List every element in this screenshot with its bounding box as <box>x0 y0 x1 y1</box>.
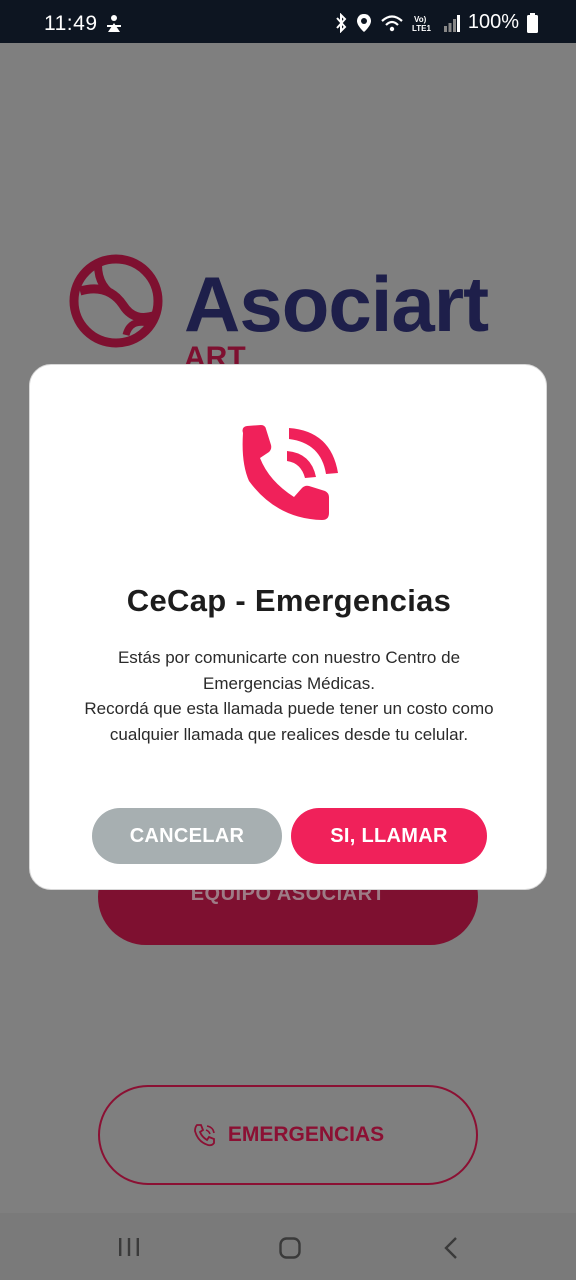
home-icon[interactable] <box>279 1237 301 1259</box>
dialog-message-line: Estás por comunicarte con nuestro Centro… <box>117 648 461 667</box>
battery-icon <box>527 12 538 33</box>
status-time: 11:49 <box>44 12 98 35</box>
logo-text: Asociart <box>184 260 489 348</box>
emergency-call-dialog: CeCap - Emergencias Estás por comunicart… <box>29 364 547 890</box>
asociart-logo: Asociart ART <box>68 253 518 374</box>
battery-percent: 100% <box>467 11 519 33</box>
call-button[interactable]: SI, LLAMAR <box>291 808 487 864</box>
bluetooth-icon <box>336 12 347 33</box>
phone-calling-icon <box>193 1124 215 1147</box>
wifi-icon <box>381 14 403 31</box>
svg-text:LTE1: LTE1 <box>412 24 432 33</box>
dialog-title: CeCap - Emergencias <box>126 583 452 618</box>
accessibility-icon <box>107 15 121 32</box>
volte-icon: Vo) LTE1 <box>412 15 432 33</box>
status-bar: 11:49 Vo) LTE1 100% <box>0 0 576 43</box>
location-icon <box>356 13 371 32</box>
back-icon[interactable] <box>443 1236 459 1260</box>
cancel-button[interactable]: CANCELAR <box>92 808 282 864</box>
emergency-button-label: EMERGENCIAS <box>227 1123 385 1146</box>
navigation-bar <box>0 1213 576 1280</box>
phone-calling-icon <box>242 425 338 520</box>
dialog-message: Estás por comunicarte con nuestro Centro… <box>50 645 528 747</box>
dialog-message-line: Recordá que esta llamada puede tener un … <box>84 699 494 718</box>
dialog-message-line: cualquier llamada que realices desde tu … <box>109 724 469 744</box>
status-icons: Vo) LTE1 100% <box>334 11 538 34</box>
signal-icon <box>443 14 460 32</box>
asociart-logo-mark <box>69 254 163 348</box>
emergency-button[interactable]: EMERGENCIAS <box>98 1085 478 1185</box>
svg-text:Vo): Vo) <box>414 15 427 24</box>
dialog-message-line: Emergencias Médicas. <box>203 673 375 693</box>
recent-apps-icon[interactable] <box>118 1237 140 1257</box>
